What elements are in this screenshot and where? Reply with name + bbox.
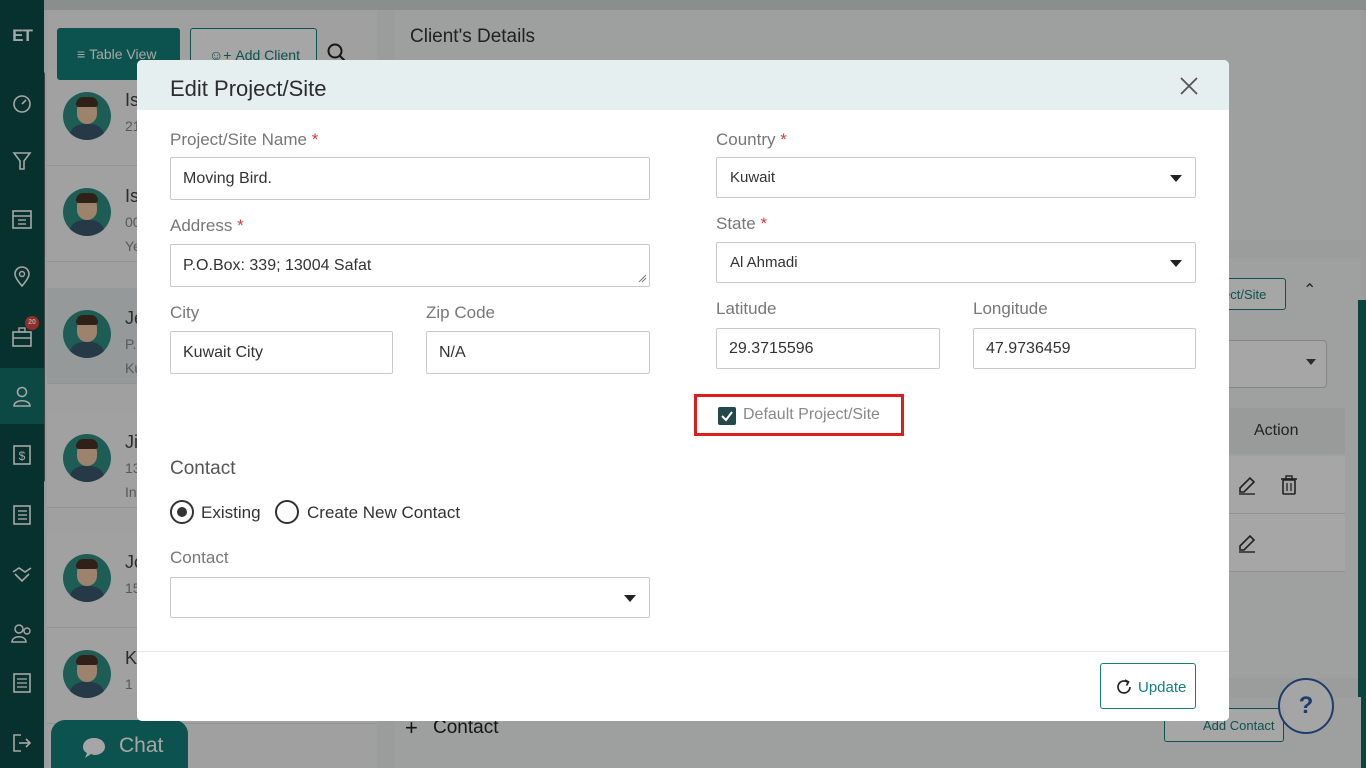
- update-button[interactable]: Update: [1100, 663, 1196, 709]
- latitude-label: Latitude: [716, 299, 777, 318]
- state-value: Al Ahmadi: [730, 254, 798, 271]
- contact-select[interactable]: [170, 577, 650, 618]
- contact-section-title: Contact: [170, 458, 236, 479]
- default-project-site-label[interactable]: Default Project/Site: [743, 406, 880, 424]
- dropdown-arrow-icon: [1170, 175, 1182, 182]
- longitude-input[interactable]: [973, 328, 1196, 369]
- existing-contact-radio[interactable]: [170, 500, 194, 524]
- dropdown-arrow-icon: [1170, 260, 1182, 267]
- address-label: Address *: [170, 216, 244, 235]
- zip-code-input[interactable]: [426, 331, 650, 374]
- resize-grip-icon[interactable]: [638, 274, 647, 283]
- update-label: Update: [1138, 679, 1187, 696]
- latitude-input[interactable]: [716, 328, 940, 369]
- country-label: Country *: [716, 130, 787, 149]
- modal-title: Edit Project/Site: [170, 76, 327, 101]
- edit-project-site-modal: Edit Project/Site Project/Site Name * Ad…: [137, 60, 1229, 721]
- refresh-icon: [1117, 679, 1131, 694]
- project-name-input[interactable]: [170, 157, 650, 200]
- country-value: Kuwait: [730, 169, 776, 186]
- address-textarea[interactable]: P.O.Box: 339; 13004 Safat: [170, 244, 650, 287]
- modal-header: Edit Project/Site: [137, 60, 1229, 110]
- default-project-site-highlight: Default Project/Site: [694, 394, 904, 436]
- existing-contact-label[interactable]: Existing: [201, 503, 261, 523]
- new-contact-radio[interactable]: [275, 500, 299, 524]
- country-select[interactable]: Kuwait: [716, 157, 1196, 198]
- city-input[interactable]: [170, 331, 393, 374]
- state-select[interactable]: Al Ahmadi: [716, 242, 1196, 283]
- checkmark-icon: [721, 411, 733, 422]
- zip-code-label: Zip Code: [426, 303, 495, 322]
- modal-footer-divider: [137, 651, 1229, 652]
- close-icon[interactable]: [1179, 76, 1199, 96]
- contact-label: Contact: [170, 548, 229, 567]
- new-contact-label[interactable]: Create New Contact: [307, 503, 460, 523]
- project-name-label: Project/Site Name *: [170, 130, 319, 149]
- default-project-site-checkbox[interactable]: [718, 407, 736, 425]
- state-label: State *: [716, 214, 768, 233]
- longitude-label: Longitude: [973, 299, 1048, 318]
- dropdown-arrow-icon: [624, 595, 636, 602]
- city-label: City: [170, 303, 200, 322]
